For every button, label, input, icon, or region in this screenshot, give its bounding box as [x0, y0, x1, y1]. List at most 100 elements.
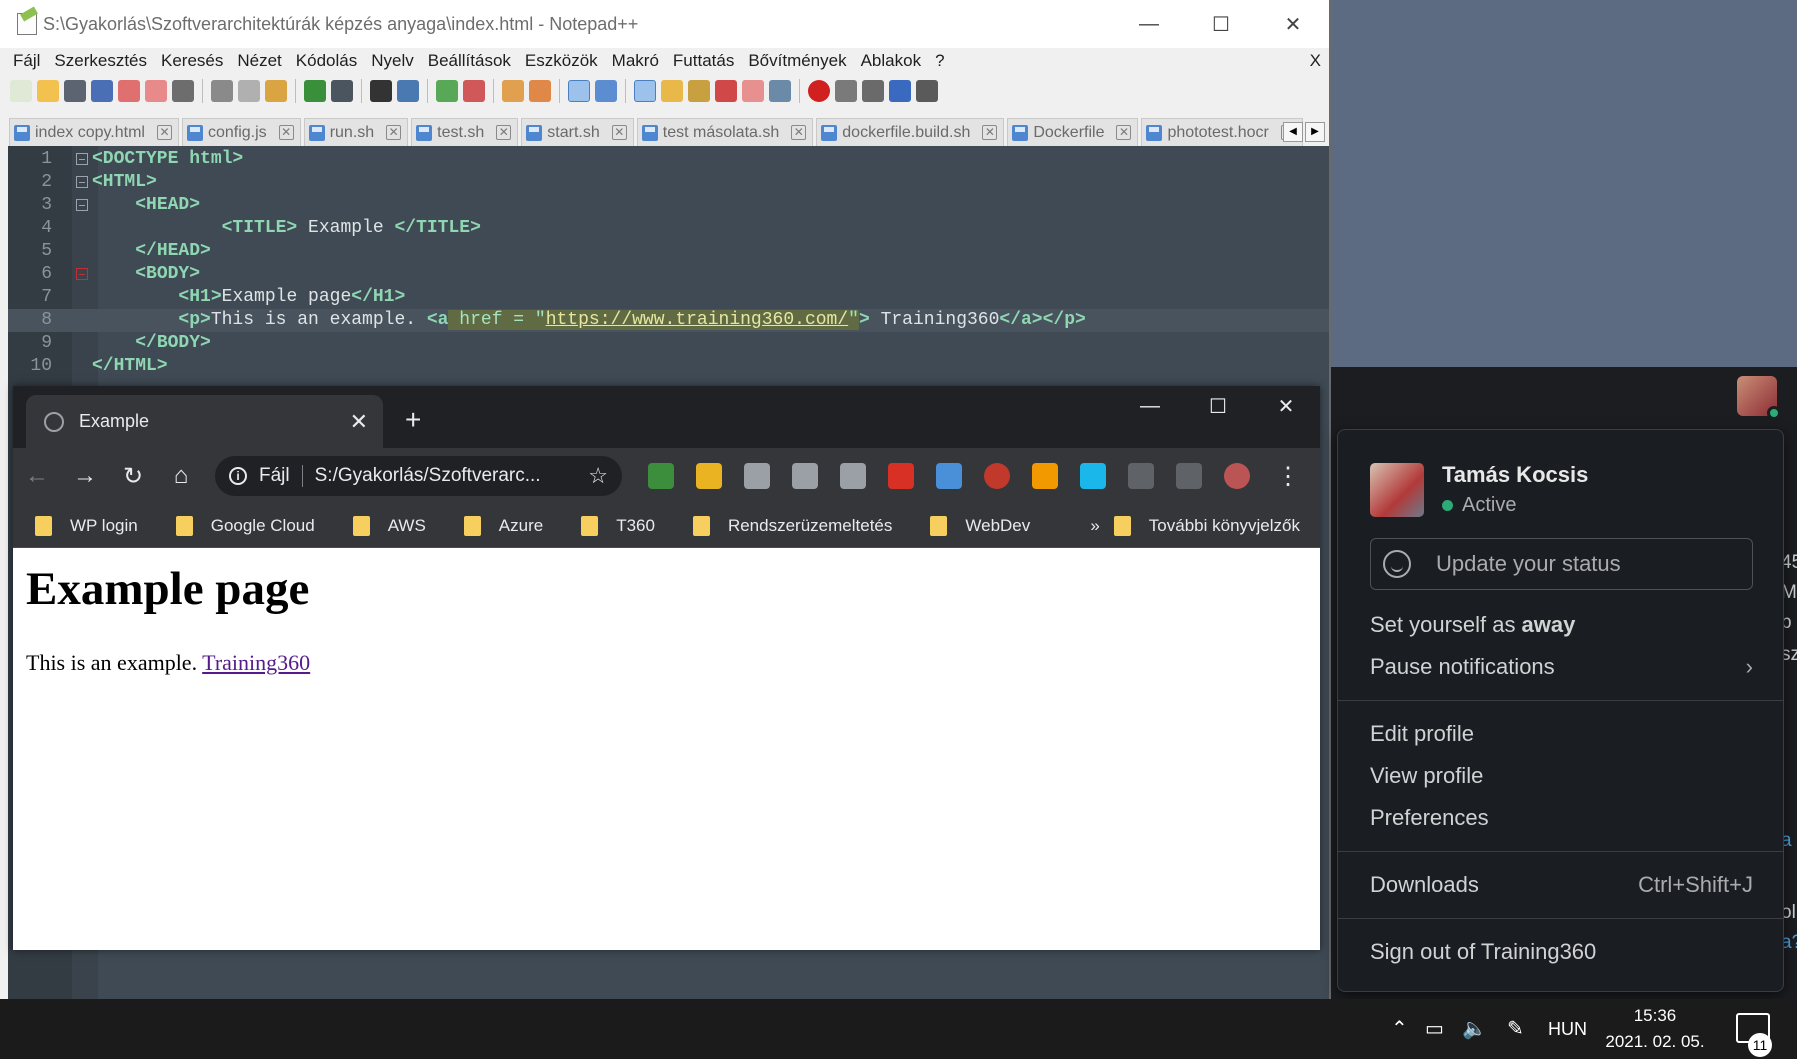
fold-icon[interactable] — [76, 176, 88, 188]
language-icon[interactable] — [661, 80, 683, 102]
pen-icon[interactable]: ✎ — [1507, 1016, 1524, 1041]
tab-test[interactable]: test.sh ✕ — [411, 118, 519, 146]
image-extension-icon[interactable] — [840, 463, 866, 489]
function-list-icon[interactable] — [715, 80, 737, 102]
minimize-button[interactable]: — — [1113, 0, 1185, 48]
tab-close-icon[interactable]: ✕ — [611, 125, 627, 140]
info-icon[interactable]: i — [229, 467, 247, 485]
extensions-puzzle-icon[interactable] — [1128, 463, 1154, 489]
slack-avatar-button[interactable] — [1737, 376, 1781, 420]
print-icon[interactable] — [172, 80, 194, 102]
menu-encoding[interactable]: Kódolás — [289, 51, 364, 71]
close-document-button[interactable]: X — [1303, 51, 1329, 71]
close-icon[interactable] — [118, 80, 140, 102]
tab-run[interactable]: run.sh ✕ — [303, 118, 409, 146]
show-all-characters-icon[interactable] — [595, 80, 617, 102]
forward-icon[interactable]: → — [61, 462, 109, 490]
menu-view[interactable]: Nézet — [230, 51, 288, 71]
seo-extension-icon[interactable] — [984, 463, 1010, 489]
maximize-button[interactable]: ☐ — [1185, 0, 1257, 48]
set-away-item[interactable]: Set yourself as away — [1370, 612, 1753, 638]
home-icon[interactable]: ⌂ — [157, 462, 205, 490]
menu-plugins[interactable]: Bővítmények — [741, 51, 853, 71]
zoom-in-icon[interactable] — [436, 80, 458, 102]
chevron-up-icon[interactable]: ⌃ — [1391, 1016, 1408, 1041]
bookmark-item[interactable]: WebDev — [930, 515, 1030, 536]
menu-language[interactable]: Nyelv — [364, 51, 421, 71]
tab-start[interactable]: start.sh ✕ — [521, 118, 634, 146]
menu-dots-icon[interactable]: ⋮ — [1276, 462, 1300, 491]
cut-icon[interactable] — [211, 80, 233, 102]
folder-workspace-icon[interactable] — [742, 80, 764, 102]
new-file-icon[interactable] — [10, 80, 32, 102]
screenshot-extension-icon[interactable] — [648, 463, 674, 489]
tab-scroll-left-icon[interactable]: ◀ — [1283, 122, 1303, 142]
extension-icon[interactable] — [696, 463, 722, 489]
sign-out-item[interactable]: Sign out of Training360 — [1370, 939, 1753, 965]
zoom-out-icon[interactable] — [463, 80, 485, 102]
sync-vertical-icon[interactable] — [502, 80, 524, 102]
menu-help[interactable]: ? — [928, 51, 951, 71]
tab-index-copy[interactable]: index copy.html ✕ — [9, 118, 179, 146]
tab-close-icon[interactable]: ✕ — [278, 125, 294, 140]
address-bar[interactable]: i Fájl S:/Gyakorlás/Szoftverarc... ☆ — [215, 456, 622, 496]
menu-window[interactable]: Ablakok — [854, 51, 928, 71]
reload-icon[interactable]: ↻ — [109, 462, 157, 491]
menu-run[interactable]: Futtatás — [666, 51, 741, 71]
monitoring-icon[interactable] — [769, 80, 791, 102]
language-indicator[interactable]: HUN — [1548, 1019, 1587, 1040]
view-profile-item[interactable]: View profile — [1370, 763, 1753, 789]
bookmark-item[interactable]: WP login — [35, 515, 138, 536]
volume-icon[interactable]: 🔈 — [1462, 1016, 1487, 1041]
menu-edit[interactable]: Szerkesztés — [47, 51, 154, 71]
tab-dockerfile[interactable]: Dockerfile ✕ — [1007, 118, 1139, 146]
menu-search[interactable]: Keresés — [154, 51, 230, 71]
tab-close-icon[interactable]: ✕ — [1116, 125, 1132, 140]
bookmark-item[interactable]: Google Cloud — [175, 515, 315, 536]
edit-profile-item[interactable]: Edit profile — [1370, 721, 1753, 747]
tab-test-copy[interactable]: test másolata.sh ✕ — [636, 118, 814, 146]
back-icon[interactable]: ← — [13, 462, 61, 490]
find-icon[interactable] — [370, 80, 392, 102]
update-status-input[interactable]: Update your status — [1370, 538, 1753, 590]
bookmark-item[interactable]: T360 — [581, 515, 655, 536]
menu-file[interactable]: Fájl — [6, 51, 47, 71]
indent-guide-icon[interactable] — [634, 80, 656, 102]
tab-close-icon[interactable]: ✕ — [386, 125, 402, 140]
tab-close-icon[interactable]: ✕ — [350, 409, 368, 435]
minimize-button[interactable]: — — [1116, 386, 1184, 426]
bookmark-item[interactable]: AWS — [352, 515, 426, 536]
preferences-item[interactable]: Preferences — [1370, 805, 1753, 831]
media-control-icon[interactable] — [1176, 463, 1202, 489]
training360-link[interactable]: Training360 — [202, 650, 310, 675]
clock[interactable]: 15:36 2021. 02. 05. — [1600, 1003, 1710, 1055]
menu-tools[interactable]: Eszközök — [518, 51, 605, 71]
tag-extension-icon[interactable] — [744, 463, 770, 489]
downloads-item[interactable]: Downloads Ctrl+Shift+J — [1370, 872, 1753, 898]
maximize-button[interactable]: ☐ — [1184, 386, 1252, 426]
run-macro-multiple-icon[interactable] — [889, 80, 911, 102]
document-map-icon[interactable] — [688, 80, 710, 102]
calendar-extension-icon[interactable] — [936, 463, 962, 489]
tab-close-icon[interactable]: ✕ — [982, 125, 998, 140]
vimeo-extension-icon[interactable] — [1080, 463, 1106, 489]
tab-config[interactable]: config.js ✕ — [181, 118, 301, 146]
menu-macro[interactable]: Makró — [605, 51, 666, 71]
menu-settings[interactable]: Beállítások — [421, 51, 518, 71]
fold-icon[interactable] — [76, 268, 88, 280]
alt-text-extension-icon[interactable] — [792, 463, 818, 489]
word-wrap-icon[interactable] — [568, 80, 590, 102]
new-tab-button[interactable]: + — [405, 404, 421, 436]
tool-extension-icon[interactable] — [1032, 463, 1058, 489]
replace-icon[interactable] — [397, 80, 419, 102]
bookmarks-overflow-button[interactable]: » — [1090, 516, 1099, 536]
sync-horizontal-icon[interactable] — [529, 80, 551, 102]
pause-notifications-item[interactable]: Pause notifications › — [1370, 654, 1753, 680]
bookmark-item[interactable]: Azure — [463, 515, 543, 536]
save-macro-icon[interactable] — [916, 80, 938, 102]
browser-tab[interactable]: Example ✕ — [26, 395, 383, 448]
other-bookmarks[interactable]: További könyvjelzők — [1113, 515, 1300, 536]
tab-close-icon[interactable]: ✕ — [791, 125, 807, 140]
tab-close-icon[interactable]: ✕ — [496, 125, 512, 140]
paste-icon[interactable] — [265, 80, 287, 102]
